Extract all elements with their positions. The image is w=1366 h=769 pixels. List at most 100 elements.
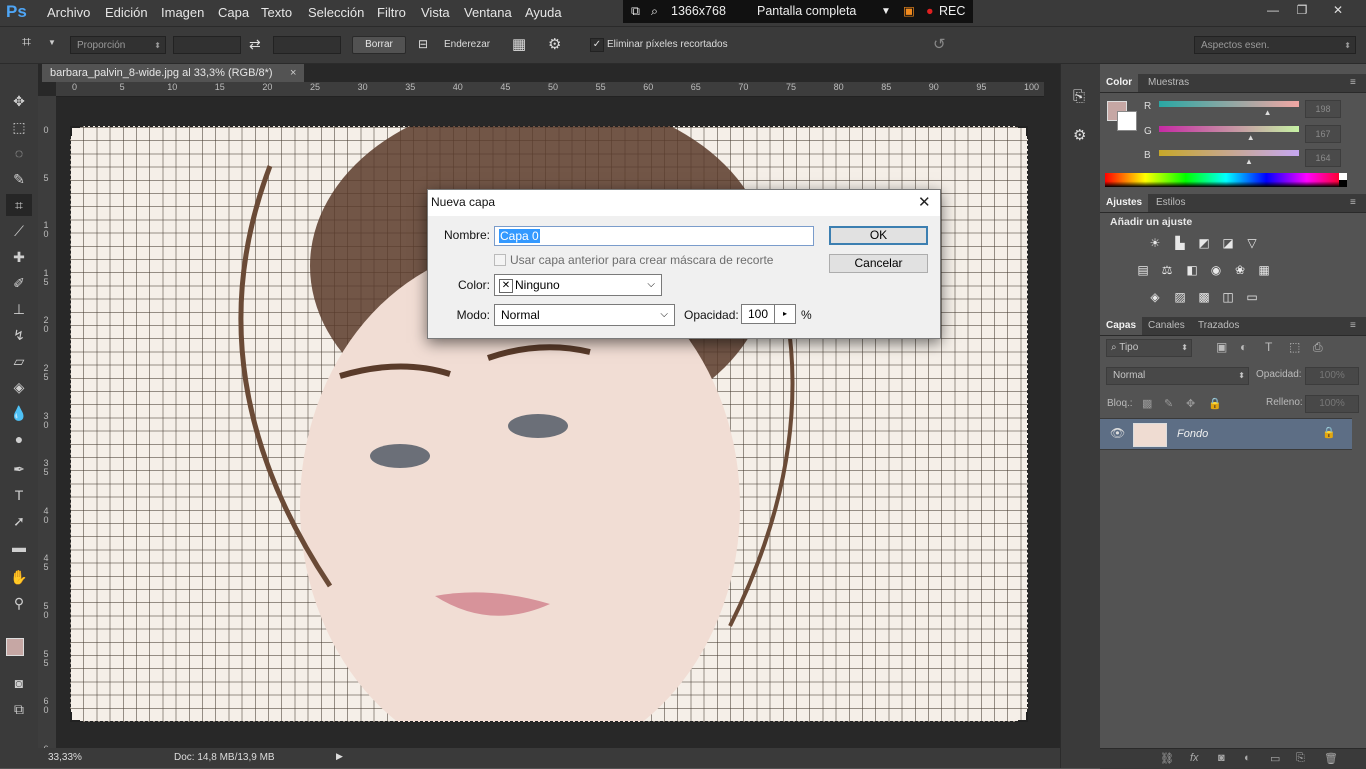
search-icon[interactable]: ⌕	[651, 0, 658, 23]
lock-paint-icon[interactable]: ✎	[1164, 397, 1173, 410]
menu-seleccion[interactable]: Selección	[308, 0, 364, 26]
layer-name[interactable]: Fondo	[1177, 428, 1208, 440]
panel-menu-icon[interactable]: ≡	[1350, 197, 1356, 208]
group-icon[interactable]: ▭	[1270, 752, 1280, 765]
channel-g-thumb[interactable]: ▲	[1247, 133, 1255, 142]
color-dropdown[interactable]: ✕ Ninguno ⌵	[494, 274, 662, 296]
move-tool-icon[interactable]: ✥	[6, 90, 32, 112]
channel-mixer-icon[interactable]: ❀	[1232, 263, 1248, 277]
quick-mask-icon[interactable]: ◙	[6, 672, 32, 694]
width-field[interactable]	[173, 36, 241, 54]
color-lookup-icon[interactable]: ▦	[1256, 263, 1272, 277]
crop-tool-icon[interactable]: ⌗	[6, 194, 32, 216]
menu-edicion[interactable]: Edición	[105, 0, 148, 26]
vibrance-icon[interactable]: ▽	[1244, 236, 1260, 250]
exposure-icon[interactable]: ◪	[1220, 236, 1236, 250]
panel-menu-icon[interactable]: ≡	[1350, 320, 1356, 331]
delete-cropped-checkbox[interactable]: ✓	[590, 38, 604, 52]
filter-adjustment-icon[interactable]: ◐	[1240, 340, 1247, 354]
history-brush-tool-icon[interactable]: ↯	[6, 324, 32, 346]
channel-r-slider[interactable]	[1159, 101, 1299, 107]
crop-handle-top-left[interactable]	[70, 126, 80, 136]
paint-bucket-tool-icon[interactable]: ◈	[6, 376, 32, 398]
channel-r-thumb[interactable]: ▲	[1264, 108, 1272, 117]
menu-texto[interactable]: Texto	[261, 0, 292, 26]
eye-icon[interactable]: 👁	[1110, 426, 1125, 440]
channel-b-slider[interactable]	[1159, 150, 1299, 156]
opacity-input[interactable]: 100	[741, 304, 775, 324]
restore-icon[interactable]: ❐	[1291, 2, 1313, 18]
filter-shape-icon[interactable]: ⬚	[1289, 340, 1300, 354]
blur-tool-icon[interactable]: 💧	[6, 402, 32, 424]
crop-handle-top-right[interactable]	[1018, 126, 1028, 136]
reset-icon[interactable]: ↺	[933, 35, 946, 53]
delete-cropped-label[interactable]: Eliminar píxeles recortados	[607, 36, 728, 54]
clip-checkbox[interactable]	[494, 254, 506, 266]
height-field[interactable]	[273, 36, 341, 54]
zoom-tool-icon[interactable]: ⚲	[6, 592, 32, 614]
healing-brush-tool-icon[interactable]: ✚	[6, 246, 32, 268]
window-mode-icon[interactable]: ⧉	[631, 0, 640, 23]
channel-g-value[interactable]: 167	[1305, 125, 1341, 143]
tab-swatches[interactable]: Muestras	[1142, 74, 1195, 92]
grid-overlay-icon[interactable]: ▦	[512, 35, 526, 53]
brightness-icon[interactable]: ☀	[1147, 236, 1163, 250]
name-input[interactable]: Capa 0	[494, 226, 814, 246]
screen-mode-icon[interactable]: ⧉	[6, 698, 32, 720]
chevron-down-icon[interactable]: ▼	[881, 0, 891, 23]
menu-capa[interactable]: Capa	[218, 0, 249, 26]
menu-filtro[interactable]: Filtro	[377, 0, 406, 26]
foreground-color-swatch[interactable]	[6, 638, 24, 656]
dodge-tool-icon[interactable]: ●	[6, 428, 32, 450]
history-panel-icon[interactable]: ⎘	[1073, 88, 1085, 105]
lock-all-icon[interactable]: 🔒	[1208, 397, 1222, 410]
chevron-right-icon[interactable]: ▶	[336, 751, 343, 762]
straighten-icon[interactable]: ⊟	[418, 37, 428, 51]
path-selection-tool-icon[interactable]: ➚	[6, 510, 32, 532]
marquee-tool-icon[interactable]: ⬚	[6, 116, 32, 138]
rec-label[interactable]: REC	[939, 0, 965, 23]
adjustment-layer-icon[interactable]: ◐	[1244, 752, 1251, 764]
color-spectrum[interactable]	[1105, 173, 1347, 187]
type-tool-icon[interactable]: T	[6, 484, 32, 506]
opacity-field[interactable]: 100%	[1305, 367, 1359, 385]
rectangle-tool-icon[interactable]: ▬	[6, 536, 32, 558]
color-balance-icon[interactable]: ⚖	[1159, 263, 1175, 277]
ok-button[interactable]: OK	[829, 226, 928, 245]
fx-icon[interactable]: fx	[1190, 752, 1199, 764]
menu-archivo[interactable]: Archivo	[47, 0, 90, 26]
crop-tool-icon[interactable]: ⌗	[22, 34, 31, 52]
channel-b-value[interactable]: 164	[1305, 149, 1341, 167]
record-icon[interactable]: ●	[926, 0, 934, 23]
recorder-resolution[interactable]: 1366x768	[671, 0, 726, 23]
white-sample[interactable]	[1339, 173, 1347, 180]
menu-vista[interactable]: Vista	[421, 0, 450, 26]
document-tab[interactable]: barbara_palvin_8-wide.jpg al 33,3% (RGB/…	[42, 64, 304, 82]
recorder-mode[interactable]: Pantalla completa	[757, 0, 856, 23]
blend-mode-dropdown[interactable]: Normal ⬍	[1106, 367, 1249, 385]
hand-tool-icon[interactable]: ✋	[6, 566, 32, 588]
ratio-dropdown[interactable]: Proporción ⬍	[70, 36, 166, 54]
camera-icon[interactable]: ▣	[903, 0, 915, 23]
posterize-icon[interactable]: ▨	[1172, 290, 1188, 304]
trash-icon[interactable]: 🗑	[1324, 752, 1338, 765]
brush-tool-icon[interactable]: ✐	[6, 272, 32, 294]
fill-field[interactable]: 100%	[1305, 395, 1359, 413]
properties-panel-icon[interactable]: ⚙	[1073, 126, 1086, 144]
tab-layers[interactable]: Capas	[1100, 317, 1143, 335]
menu-imagen[interactable]: Imagen	[161, 0, 204, 26]
workspace-dropdown[interactable]: Aspectos esen. ⬍	[1194, 36, 1356, 54]
minimize-icon[interactable]: —	[1262, 2, 1284, 18]
channel-b-thumb[interactable]: ▲	[1245, 157, 1253, 166]
tab-channels[interactable]: Canales	[1142, 317, 1191, 335]
levels-icon[interactable]: ▙	[1172, 236, 1188, 250]
gradient-map-icon[interactable]: ▭	[1244, 290, 1260, 304]
menu-ayuda[interactable]: Ayuda	[525, 0, 562, 26]
clip-label[interactable]: Usar capa anterior para crear máscara de…	[510, 253, 773, 267]
tab-styles[interactable]: Estilos	[1150, 194, 1191, 212]
mask-icon[interactable]: ◙	[1218, 752, 1225, 764]
black-sample[interactable]	[1339, 180, 1347, 187]
mode-dropdown[interactable]: Normal ⌵	[494, 304, 675, 326]
close-icon[interactable]: ✕	[918, 193, 931, 211]
lasso-tool-icon[interactable]: ◌	[6, 142, 32, 164]
